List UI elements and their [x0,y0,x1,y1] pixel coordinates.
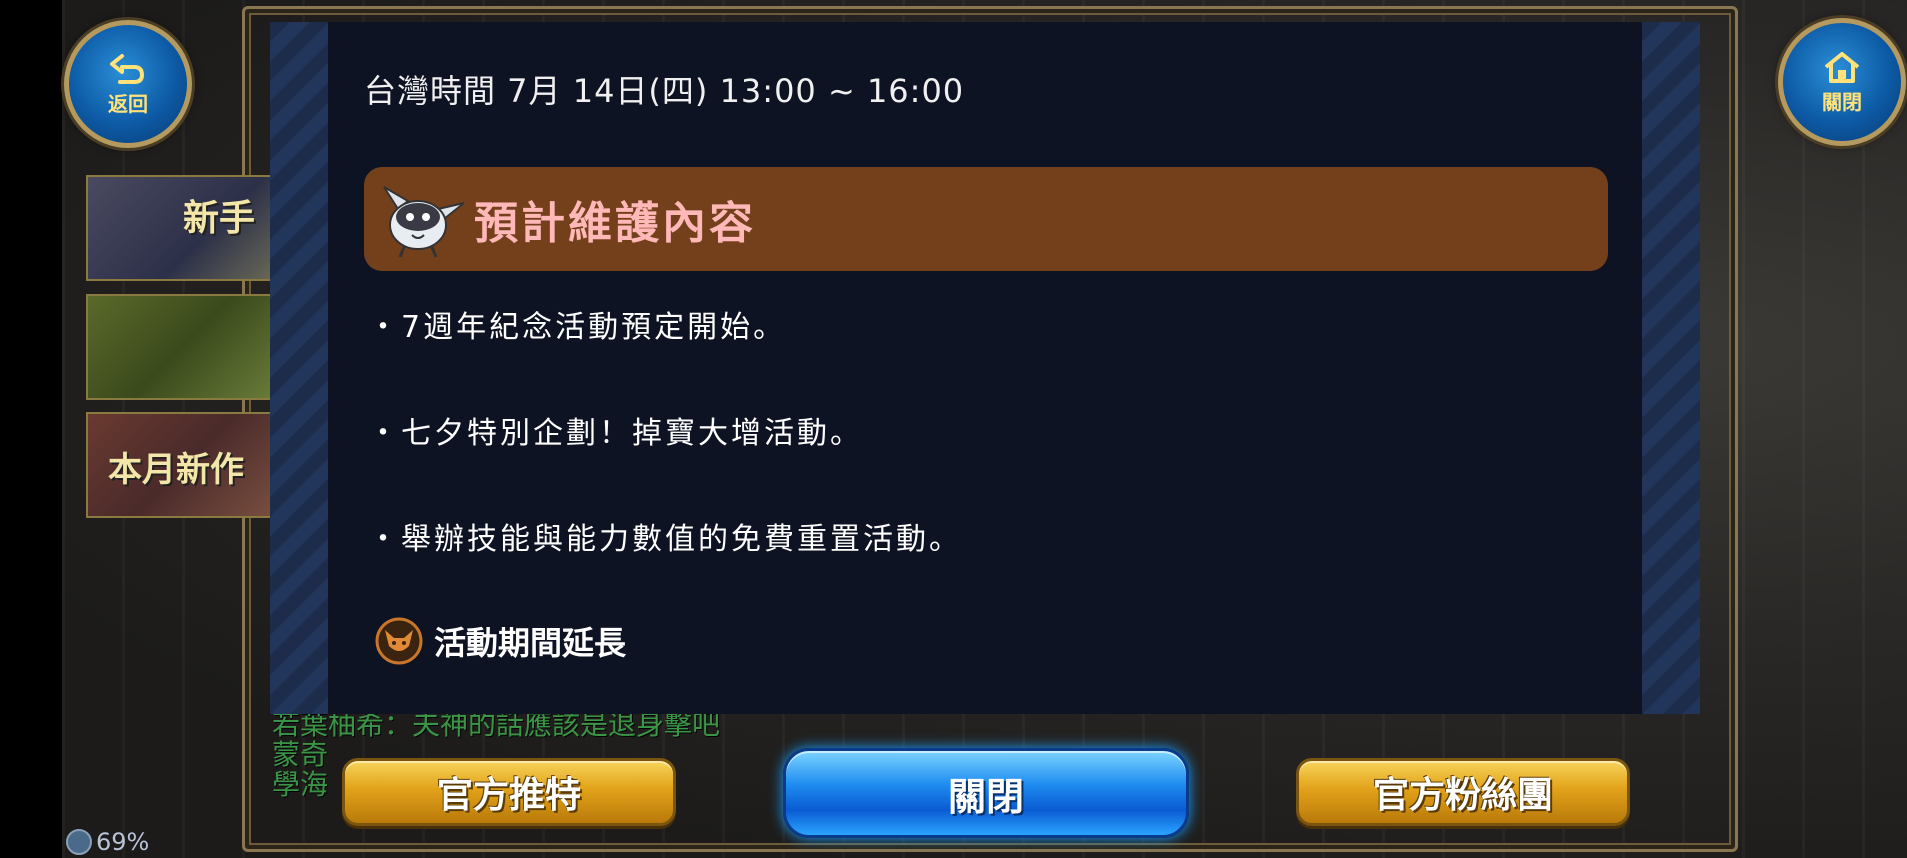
section-header: 預計維護內容 [364,167,1608,271]
back-button-label: 返回 [108,91,148,116]
sub-section-header: 活動期間延長 [374,616,626,666]
close-button[interactable]: 關閉 [783,748,1189,838]
official-fanpage-button[interactable]: 官方粉絲團 [1296,758,1630,826]
battery-percent: 69% [96,828,150,856]
battery-indicator: 69% [66,828,149,856]
chat-line: 若葉柚希：夫神的話應該是退身擊吧 [272,708,721,741]
notice-item: ・七夕特別企劃！掉寶大增活動。 [368,416,863,451]
notice-item: ・舉辦技能與能力數值的免費重置活動。 [368,522,962,557]
dialog-scroll-content[interactable]: 台灣時間 7月 14日(四) 13:00 ~ 16:00 預計維護內容 ・7週年… [328,22,1642,714]
sub-section-title: 活動期間延長 [434,624,627,662]
notice-item: ・7週年紀念活動預定開始。 [368,310,787,345]
back-button[interactable]: 返回 [64,20,192,148]
official-twitter-button[interactable]: 官方推特 [342,758,676,826]
section-title: 預計維護內容 [474,198,756,249]
notice-dialog: 台灣時間 7月 14日(四) 13:00 ~ 16:00 預計維護內容 ・7週年… [270,22,1700,714]
back-arrow-icon [110,53,144,84]
mascot-icon [383,186,465,258]
home-close-button[interactable]: 關閉 [1778,18,1906,146]
banner-newbie-label: 新手 [183,198,256,239]
banner-monthly[interactable]: 本月新作 [86,412,280,518]
dialog-border-left [270,22,330,714]
banner-monthly-label: 本月新作 [108,450,244,490]
home-close-label: 關閉 [1822,89,1862,114]
banner-newbie[interactable]: 新手 [86,175,280,281]
maintenance-date: 台灣時間 7月 14日(四) 13:00 ~ 16:00 [364,72,965,110]
banner-event[interactable] [86,294,280,400]
home-icon [1824,51,1860,83]
fox-emblem-icon [375,617,423,665]
dialog-border-right [1640,22,1700,714]
battery-icon [66,829,92,855]
